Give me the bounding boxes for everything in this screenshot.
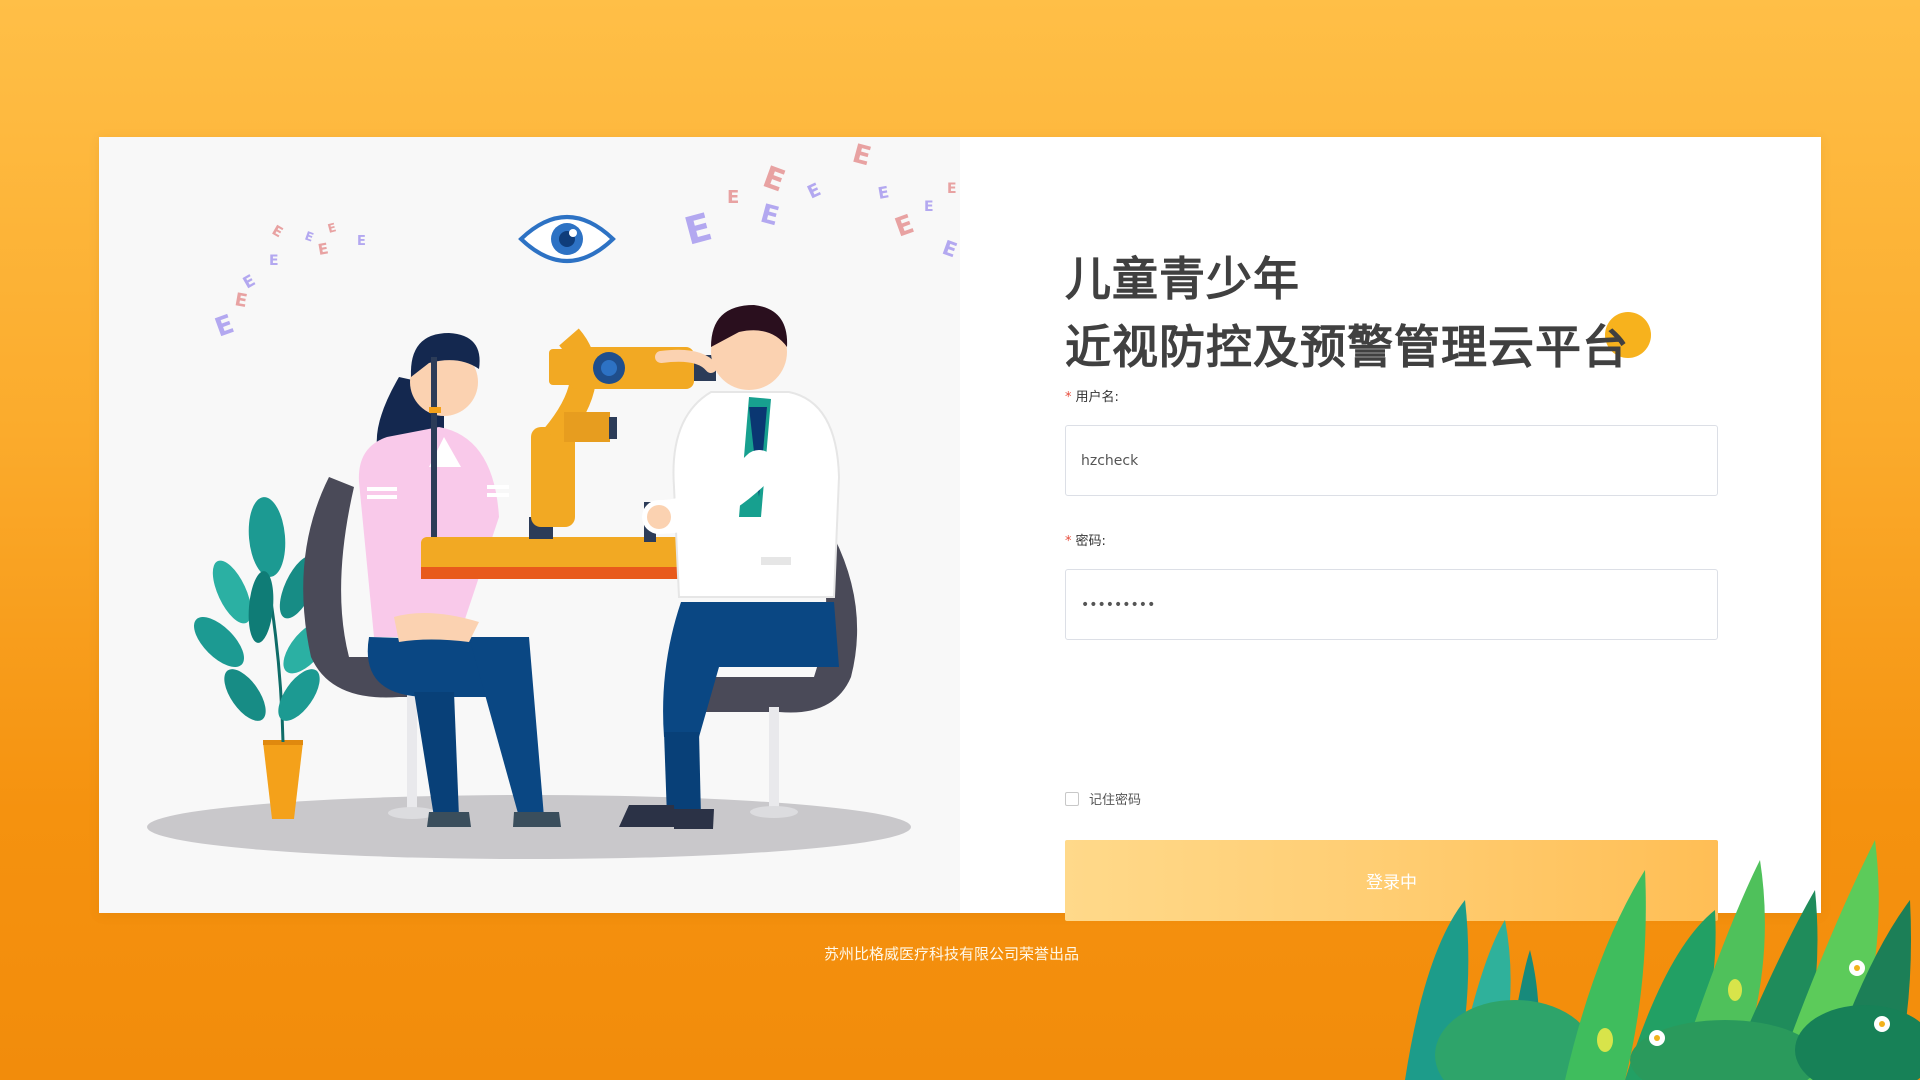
chart-letter: E: [804, 179, 824, 203]
chart-letter: E: [891, 209, 918, 243]
username-input[interactable]: [1066, 426, 1717, 495]
chart-letter: E: [939, 235, 960, 262]
remember-label: 记住密码: [1089, 793, 1142, 808]
username-label-text: 用户名:: [1075, 390, 1119, 405]
password-field: [1065, 569, 1718, 640]
username-field: [1065, 425, 1718, 496]
chart-letter: E: [727, 187, 739, 208]
password-label: * 密码:: [1065, 530, 1106, 549]
title-line-2: 近视防控及预警管理云平台: [1065, 320, 1629, 374]
required-mark: *: [1065, 534, 1072, 549]
login-card: E E E E E E E E E E E E E E E E E E E E …: [99, 137, 1821, 921]
chart-letter: E: [269, 253, 279, 269]
password-input[interactable]: [1066, 570, 1717, 639]
chart-letter: E: [947, 181, 957, 197]
required-mark: *: [1065, 390, 1072, 405]
chart-letter: E: [233, 289, 249, 312]
title-line-1: 儿童青少年: [1065, 252, 1300, 306]
chart-letter: E: [269, 223, 285, 242]
chart-letter: E: [680, 204, 716, 253]
illustration-svg: E E E E E E E E E E E E E E E E E E E E: [147, 139, 960, 859]
chart-letter: E: [876, 182, 890, 203]
remember-password[interactable]: 记住密码: [1065, 789, 1141, 808]
remember-checkbox[interactable]: [1065, 791, 1079, 806]
password-label-text: 密码:: [1075, 534, 1106, 549]
eye-icon: [518, 215, 616, 263]
chart-letter: E: [758, 160, 789, 200]
chart-letter: E: [303, 229, 315, 245]
eye-chart-letters-left: E E E E E E E E E: [211, 220, 366, 343]
chart-letter: E: [357, 234, 366, 249]
chart-letter: E: [924, 199, 934, 215]
eye-exam-illustration: E E E E E E E E E E E E E E E E E E E E: [99, 137, 960, 913]
patient-figure: [358, 333, 561, 827]
chart-letter: E: [757, 199, 782, 233]
login-form-panel: 儿童青少年 近视防控及预警管理云平台 *用户名: *密码: 记住密码 登录中: [1065, 137, 1720, 921]
chart-letter: E: [326, 220, 338, 236]
page-title: 儿童青少年 近视防控及预警管理云平台: [1065, 245, 1629, 381]
chart-letter: E: [211, 309, 238, 343]
username-label: * 用户名:: [1065, 386, 1119, 405]
footer-credit: 苏州比格威医疗科技有限公司荣誉出品: [824, 945, 1080, 963]
eye-chart-letters-right: E E E E E E E E E E E: [680, 139, 960, 263]
chart-letter: E: [240, 271, 259, 293]
decorative-plants: [1405, 840, 1920, 1080]
chart-letter: E: [317, 239, 330, 259]
chart-letter: E: [849, 139, 874, 173]
